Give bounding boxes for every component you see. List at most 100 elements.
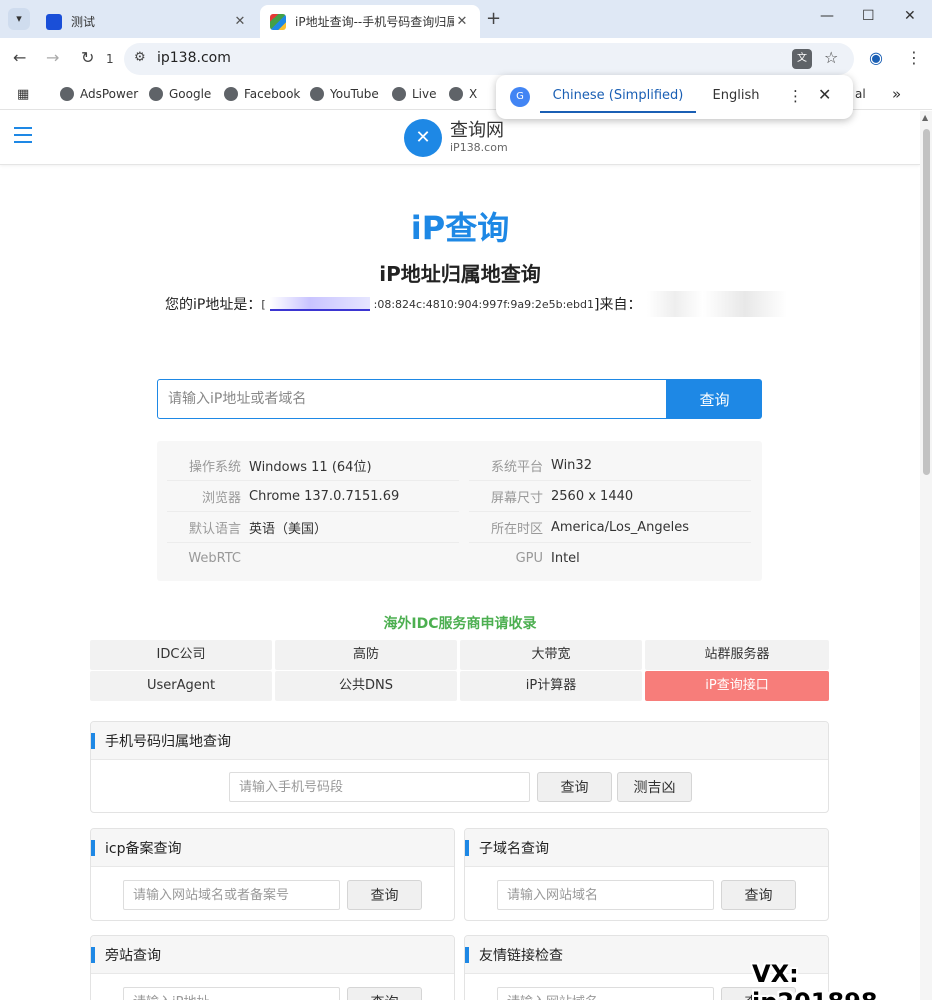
site-settings-icon[interactable]: ⚙ bbox=[134, 50, 146, 65]
card-header: 子域名查询 bbox=[465, 829, 828, 867]
card-header: 旁站查询 bbox=[91, 936, 454, 974]
ip-search-input[interactable] bbox=[157, 379, 667, 419]
site-logo[interactable]: ✕ 查询网 iP138.com bbox=[404, 119, 508, 157]
page-title: iP查询 bbox=[410, 209, 510, 247]
tab-title: 测试 bbox=[71, 15, 96, 29]
close-icon[interactable]: ✕ bbox=[454, 14, 470, 29]
translate-popup: G Chinese (Simplified) English ⋮ ✕ bbox=[496, 75, 853, 119]
client-info-panel: 操作系统 Windows 11 (64位) 系统平台 Win32 浏览器 Chrome… bbox=[157, 441, 762, 581]
logo-domain: iP138.com bbox=[450, 141, 508, 154]
info-row: 系统平台 Win32 bbox=[469, 450, 751, 481]
idc-link-highlight[interactable]: iP查询接口 bbox=[645, 671, 829, 701]
info-row: 浏览器 Chrome 137.0.7151.69 bbox=[167, 481, 459, 512]
info-row: 所在时区 America/Los_Angeles bbox=[469, 512, 751, 543]
close-icon[interactable]: ✕ bbox=[232, 14, 248, 29]
maximize-icon[interactable]: ☐ bbox=[862, 8, 875, 24]
icp-input[interactable] bbox=[123, 880, 340, 910]
page-scrollbar[interactable]: ▲ bbox=[920, 111, 932, 1000]
ip-search-button[interactable]: 查询 bbox=[667, 379, 762, 419]
subdomain-input[interactable] bbox=[497, 880, 714, 910]
bookmark-x[interactable]: X bbox=[449, 87, 477, 101]
phone-query-button[interactable]: 查询 bbox=[537, 772, 612, 802]
info-row: 默认语言 英语（美国） bbox=[167, 512, 459, 543]
phone-input[interactable] bbox=[229, 772, 530, 802]
translate-more-icon[interactable]: ⋮ bbox=[788, 87, 803, 105]
tab-favicon-icon bbox=[46, 13, 62, 30]
side-site-input[interactable] bbox=[123, 987, 340, 1000]
globe-icon bbox=[224, 87, 238, 101]
new-tab-plus-icon[interactable]: + bbox=[486, 8, 501, 29]
idc-link[interactable]: iP计算器 bbox=[460, 671, 642, 701]
scroll-up-icon[interactable]: ▲ bbox=[922, 113, 928, 122]
location-redaction bbox=[647, 291, 788, 317]
web-page: ✕ 查询网 iP138.com iP查询 iP地址归属地查询 您的iP地址是： … bbox=[0, 111, 920, 1000]
bookmark-star-icon[interactable]: ☆ bbox=[824, 48, 838, 67]
phone-lookup-card: 手机号码归属地查询 查询 测吉凶 bbox=[90, 721, 829, 813]
browser-toolbar: ← → ↻ 1 ⚙ ip138.com 文 ☆ ◉ ⋮ bbox=[0, 38, 932, 80]
page-subtitle: iP地址归属地查询 bbox=[379, 262, 541, 286]
reload-icon[interactable]: ↻ bbox=[81, 48, 94, 67]
hamburger-menu-icon[interactable] bbox=[14, 127, 32, 143]
reload-badge: 1 bbox=[106, 52, 114, 66]
translate-icon[interactable]: 文 bbox=[792, 49, 812, 69]
tab-test[interactable]: 测试 ✕ bbox=[36, 5, 258, 38]
translate-close-icon[interactable]: ✕ bbox=[818, 85, 831, 104]
idc-link[interactable]: 站群服务器 bbox=[645, 640, 829, 670]
globe-icon bbox=[392, 87, 406, 101]
idc-link[interactable]: IDC公司 bbox=[90, 640, 272, 670]
subdomain-lookup-card: 子域名查询 查询 bbox=[464, 828, 829, 921]
tab-search-chevron-icon[interactable]: ▾ bbox=[8, 8, 30, 30]
logo-name: 查询网 bbox=[450, 120, 504, 141]
globe-icon bbox=[149, 87, 163, 101]
tab-ip138[interactable]: iP地址查询--手机号码查询归属 ✕ bbox=[260, 5, 480, 38]
ip-search: 查询 bbox=[157, 379, 762, 419]
bookmark-live[interactable]: Live bbox=[392, 87, 437, 101]
side-site-lookup-card: 旁站查询 查询 bbox=[90, 935, 455, 1000]
address-bar[interactable]: ⚙ ip138.com 文 ☆ bbox=[124, 43, 854, 75]
ip-suffix: ]来自： bbox=[594, 297, 642, 313]
side-site-query-button[interactable]: 查询 bbox=[347, 987, 422, 1000]
idc-link[interactable]: UserAgent bbox=[90, 671, 272, 701]
idc-section-title: 海外IDC服务商申请收录 bbox=[383, 616, 537, 632]
globe-icon bbox=[310, 87, 324, 101]
url-text[interactable]: ip138.com bbox=[157, 50, 231, 66]
idc-link[interactable]: 高防 bbox=[275, 640, 457, 670]
profile-icon[interactable]: ◉ bbox=[869, 48, 883, 67]
menu-kebab-icon[interactable]: ⋮ bbox=[906, 48, 922, 67]
idc-link[interactable]: 大带宽 bbox=[460, 640, 642, 670]
bookmark-adspower[interactable]: AdsPower bbox=[60, 87, 138, 101]
globe-icon bbox=[449, 87, 463, 101]
idc-link[interactable]: 公共DNS bbox=[275, 671, 457, 701]
tab-title: iP地址查询--手机号码查询归属 bbox=[295, 15, 454, 29]
watermark-text: VX: ip201898 bbox=[752, 960, 878, 1000]
bookmark-facebook[interactable]: Facebook bbox=[224, 87, 300, 101]
ip-open-bracket: [ bbox=[261, 297, 266, 311]
window-close-icon[interactable]: ✕ bbox=[904, 8, 916, 24]
info-row: 操作系统 Windows 11 (64位) bbox=[167, 450, 459, 481]
wrench-logo-icon: ✕ bbox=[404, 119, 442, 157]
phone-fortune-button[interactable]: 测吉凶 bbox=[617, 772, 692, 802]
google-translate-icon: G bbox=[510, 87, 530, 107]
icp-query-button[interactable]: 查询 bbox=[347, 880, 422, 910]
subdomain-query-button[interactable]: 查询 bbox=[721, 880, 796, 910]
forward-arrow-icon[interactable]: → bbox=[46, 48, 59, 67]
back-arrow-icon[interactable]: ← bbox=[13, 48, 26, 67]
icp-lookup-card: icp备案查询 查询 bbox=[90, 828, 455, 921]
bookmarks-more-icon[interactable]: » bbox=[892, 85, 901, 103]
bookmark-google[interactable]: Google bbox=[149, 87, 211, 101]
card-header: 手机号码归属地查询 bbox=[91, 722, 828, 760]
lang-option-chinese[interactable]: Chinese (Simplified) bbox=[540, 75, 696, 113]
lang-option-english[interactable]: English bbox=[706, 75, 766, 113]
friend-link-input[interactable] bbox=[497, 987, 714, 1000]
ip-prefix: 您的iP地址是： bbox=[165, 297, 262, 313]
apps-grid-icon[interactable]: ▦ bbox=[17, 87, 29, 102]
ip-address-line: 您的iP地址是： [ :08:824c:4810:904:997f:9a9:2e… bbox=[165, 291, 788, 317]
info-row: 屏幕尺寸 2560 x 1440 bbox=[469, 481, 751, 512]
minimize-icon[interactable]: — bbox=[820, 8, 834, 24]
bookmark-youtube[interactable]: YouTube bbox=[310, 87, 379, 101]
info-row: WebRTC bbox=[188, 551, 241, 566]
ip-value: :08:824c:4810:904:997f:9a9:2e5b:ebd1 bbox=[373, 297, 595, 311]
tab-bar: ▾ 测试 ✕ iP地址查询--手机号码查询归属 ✕ + — ☐ ✕ bbox=[0, 0, 932, 38]
scrollbar-thumb[interactable] bbox=[923, 129, 930, 475]
tab-favicon-icon bbox=[270, 13, 286, 30]
